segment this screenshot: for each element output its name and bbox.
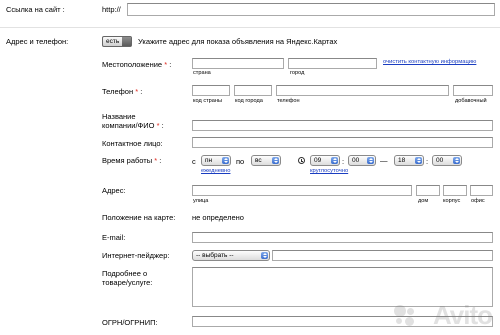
round-clock-link[interactable]: круглосуточно xyxy=(310,168,348,174)
work-time-label: Время работы * : xyxy=(102,156,162,165)
toggle-label: есть xyxy=(106,38,120,45)
contact-person-input[interactable] xyxy=(192,137,493,148)
select-arrow-icon xyxy=(415,157,422,164)
email-label: E-mail: xyxy=(102,233,126,242)
day-to-value: вс xyxy=(255,157,262,164)
map-position-label: Положение на карте: xyxy=(102,213,176,222)
country-code-sublabel: код страны xyxy=(193,98,223,104)
min-from-value: 00 xyxy=(352,157,360,164)
select-arrow-icon xyxy=(367,157,374,164)
phone-sublabel: телефон xyxy=(277,98,300,104)
office-input[interactable] xyxy=(470,185,493,196)
select-arrow-icon xyxy=(331,157,338,164)
select-arrow-icon xyxy=(222,157,229,164)
building-sublabel: корпус xyxy=(443,198,461,204)
country-input[interactable] xyxy=(192,58,284,69)
details-label-line2: товаре/услуге: xyxy=(102,278,153,287)
house-input[interactable] xyxy=(416,185,440,196)
site-url-input[interactable] xyxy=(127,3,495,16)
day-to-select[interactable]: вс xyxy=(251,155,281,166)
min-from-select[interactable]: 00 xyxy=(348,155,376,166)
divider xyxy=(0,27,500,28)
messenger-label: Интернет-пейджер: xyxy=(102,251,170,260)
city-input[interactable] xyxy=(288,58,377,69)
company-input[interactable] xyxy=(192,120,493,131)
house-sublabel: дом xyxy=(418,198,429,204)
details-label-line1: Подробнее о xyxy=(102,269,148,278)
building-input[interactable] xyxy=(443,185,467,196)
from-prefix: с xyxy=(192,157,196,166)
messenger-select-value: -- выбрать -- xyxy=(196,252,234,259)
street-sublabel: улица xyxy=(193,198,209,204)
toggle-knob xyxy=(122,37,131,46)
select-arrow-icon xyxy=(261,252,268,259)
address-hint: Укажите адрес для показа объявления на Я… xyxy=(138,37,338,46)
extension-input[interactable] xyxy=(453,85,493,96)
select-arrow-icon xyxy=(272,157,279,164)
address-toggle[interactable]: есть xyxy=(102,36,132,47)
min-to-value: 00 xyxy=(436,157,444,164)
address-label: Адрес: xyxy=(102,186,126,195)
company-label-line2: компании/ФИО * : xyxy=(102,121,164,130)
street-input[interactable] xyxy=(192,185,412,196)
city-code-input[interactable] xyxy=(234,85,272,96)
clear-contacts-link[interactable]: очистить контактную информацию xyxy=(383,59,476,65)
messenger-input[interactable] xyxy=(272,250,493,261)
day-from-select[interactable]: пн xyxy=(201,155,231,166)
clock-icon xyxy=(298,157,305,164)
extension-sublabel: добавочный xyxy=(455,98,487,104)
city-code-sublabel: код города xyxy=(235,98,263,104)
time-dash: — xyxy=(380,156,388,165)
time-colon: : xyxy=(342,157,345,166)
contact-person-label: Контактное лицо: xyxy=(102,139,163,148)
company-label-line1: Название xyxy=(102,112,136,121)
hour-from-value: 09 xyxy=(314,157,322,164)
select-arrow-icon xyxy=(453,157,460,164)
email-input[interactable] xyxy=(192,232,493,243)
address-phone-label: Адрес и телефон: xyxy=(6,37,69,46)
country-code-input[interactable] xyxy=(192,85,230,96)
day-from-value: пн xyxy=(205,157,213,164)
site-link-label: Ссылка на сайт : xyxy=(6,5,65,14)
hour-to-value: 18 xyxy=(398,157,406,164)
country-sublabel: страна xyxy=(193,70,211,76)
city-sublabel: город xyxy=(290,70,305,76)
map-position-value: не определено xyxy=(192,213,244,222)
to-prefix: по xyxy=(236,157,245,166)
http-prefix: http:// xyxy=(102,5,121,14)
ogrn-label: ОГРН/ОГРНИП: xyxy=(102,318,158,327)
location-label: Местоположение * : xyxy=(102,60,172,69)
hour-from-select[interactable]: 09 xyxy=(310,155,340,166)
time-colon: : xyxy=(426,157,429,166)
daily-link[interactable]: ежедневно xyxy=(201,168,230,174)
avito-watermark: Avito xyxy=(432,300,493,330)
messenger-select[interactable]: -- выбрать -- xyxy=(192,250,270,261)
phone-label: Телефон * : xyxy=(102,87,143,96)
avito-logo-icon xyxy=(394,305,416,327)
min-to-select[interactable]: 00 xyxy=(432,155,462,166)
phone-number-input[interactable] xyxy=(276,85,449,96)
hour-to-select[interactable]: 18 xyxy=(394,155,424,166)
office-sublabel: офис xyxy=(471,198,485,204)
